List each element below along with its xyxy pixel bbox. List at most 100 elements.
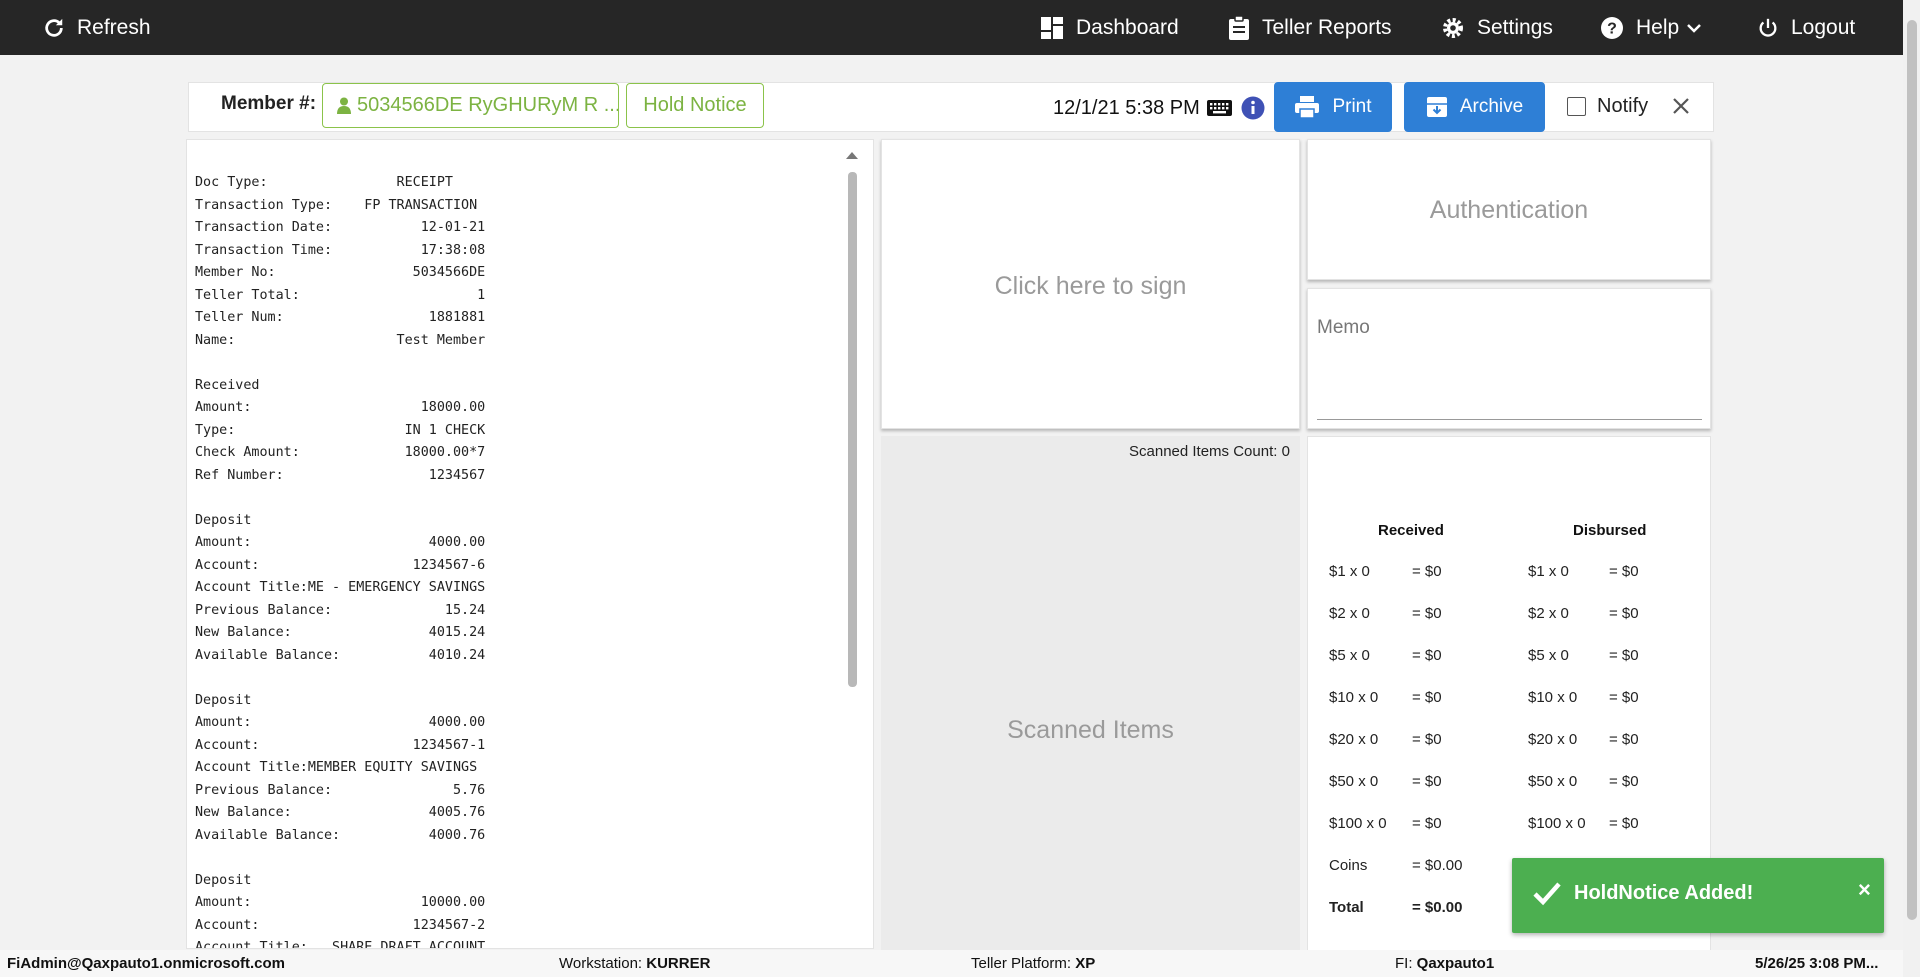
dashboard-button[interactable]: Dashboard xyxy=(1040,0,1179,55)
fi-value: Qaxpauto1 xyxy=(1416,955,1495,972)
help-menu[interactable]: ? Help xyxy=(1600,0,1702,55)
printer-icon xyxy=(1295,96,1320,119)
authentication-panel[interactable]: Authentication xyxy=(1307,139,1711,280)
member-number-label: Member #: xyxy=(221,93,317,114)
received-row-value: = $0 xyxy=(1412,647,1442,664)
memo-panel: Memo xyxy=(1307,288,1711,429)
received-header: Received xyxy=(1378,522,1444,539)
notify-label: Notify xyxy=(1597,95,1649,117)
print-label: Print xyxy=(1332,96,1372,117)
disbursed-row-label: $100 x 0 xyxy=(1528,815,1586,832)
fi-label: FI: xyxy=(1395,955,1413,972)
disbursed-row-label: $50 x 0 xyxy=(1528,773,1578,790)
disbursed-row-label: $5 x 0 xyxy=(1528,647,1569,664)
received-row-value: = $0 xyxy=(1412,605,1442,622)
logout-label: Logout xyxy=(1791,15,1856,39)
received-row-label: $2 x 0 xyxy=(1329,605,1370,622)
received-row-value: = $0 xyxy=(1412,689,1442,706)
scroll-up-arrow-icon[interactable] xyxy=(846,152,858,159)
top-navigation-bar: Refresh Dashboard Teller Reports Setting… xyxy=(0,0,1920,55)
workstation-label: Workstation: xyxy=(559,955,643,972)
received-row-label: $50 x 0 xyxy=(1329,773,1379,790)
info-icon[interactable] xyxy=(1241,96,1265,120)
refresh-label: Refresh xyxy=(77,15,151,39)
received-row-value: = $0 xyxy=(1412,563,1442,580)
status-fi: FI: Qaxpauto1 xyxy=(1395,955,1494,972)
received-row-label: $10 x 0 xyxy=(1329,689,1379,706)
toast-message: HoldNotice Added! xyxy=(1574,882,1754,904)
page-scrollbar[interactable] xyxy=(1903,0,1920,977)
member-value: 5034566DE RyGHURyM R ... xyxy=(357,94,619,116)
transaction-datetime: 12/1/21 5:38 PM xyxy=(1053,97,1200,119)
svg-text:?: ? xyxy=(1607,20,1617,37)
coins-value: = $0.00 xyxy=(1412,857,1463,874)
disbursed-row-label: $2 x 0 xyxy=(1528,605,1569,622)
authentication-label: Authentication xyxy=(1429,196,1589,224)
dashboard-label: Dashboard xyxy=(1076,15,1179,39)
received-row-label: $100 x 0 xyxy=(1329,815,1387,832)
receipt-scrollbar-thumb[interactable] xyxy=(848,172,857,687)
archive-label: Archive xyxy=(1459,96,1524,117)
status-user: FiAdmin@Qaxpauto1.onmicrosoft.com xyxy=(7,955,285,972)
question-circle-icon: ? xyxy=(1601,16,1623,39)
scanned-items-area[interactable]: Scanned Items xyxy=(881,436,1300,956)
user-icon xyxy=(337,97,351,114)
platform-label: Teller Platform: xyxy=(971,955,1072,972)
disbursed-row-label: $10 x 0 xyxy=(1528,689,1578,706)
hold-notice-button[interactable]: Hold Notice xyxy=(626,83,764,128)
disbursed-row-value: = $0 xyxy=(1609,605,1639,622)
print-button[interactable]: Print xyxy=(1274,82,1392,132)
disbursed-row-value: = $0 xyxy=(1609,689,1639,706)
refresh-button[interactable]: Refresh xyxy=(43,0,151,55)
memo-label: Memo xyxy=(1317,317,1370,338)
toast-close-button[interactable]: × xyxy=(1858,877,1871,903)
logout-button[interactable]: Logout xyxy=(1757,0,1855,55)
chevron-down-icon xyxy=(1687,23,1702,33)
disbursed-row-value: = $0 xyxy=(1609,563,1639,580)
received-row-value: = $0 xyxy=(1412,731,1442,748)
total-label: Total xyxy=(1329,899,1364,916)
status-platform: Teller Platform: XP xyxy=(971,955,1095,972)
hold-notice-toast: HoldNotice Added! × xyxy=(1512,858,1884,933)
received-row-label: $1 x 0 xyxy=(1329,563,1370,580)
gear-icon xyxy=(1443,17,1463,38)
status-bar: FiAdmin@Qaxpauto1.onmicrosoft.com Workst… xyxy=(0,950,1903,977)
scanned-items-count: Scanned Items Count: 0 xyxy=(1129,443,1290,460)
disbursed-row-value: = $0 xyxy=(1609,647,1639,664)
member-toolbar: Member #: 5034566DE RyGHURyM R ... Hold … xyxy=(188,82,1714,132)
receipt-scrollbar[interactable] xyxy=(845,152,859,952)
disbursed-row-label: $20 x 0 xyxy=(1528,731,1578,748)
received-row-value: = $0 xyxy=(1412,815,1442,832)
received-row-label: $20 x 0 xyxy=(1329,731,1379,748)
keyboard-icon[interactable] xyxy=(1207,100,1232,116)
disbursed-row-value: = $0 xyxy=(1609,731,1639,748)
power-icon xyxy=(1759,18,1777,37)
receipt-text: Doc Type: RECEIPT Transaction Type: FP T… xyxy=(195,175,486,949)
coins-label: Coins xyxy=(1329,857,1368,874)
notify-toggle[interactable]: Notify xyxy=(1567,95,1648,118)
teller-reports-button[interactable]: Teller Reports xyxy=(1228,0,1392,55)
disbursed-row-value: = $0 xyxy=(1609,815,1639,832)
archive-button[interactable]: Archive xyxy=(1404,82,1545,132)
close-icon[interactable] xyxy=(1671,96,1691,116)
clipboard-icon xyxy=(1229,15,1249,40)
total-value: = $0.00 xyxy=(1412,899,1463,916)
workstation-value: KURRER xyxy=(646,955,711,972)
memo-input[interactable] xyxy=(1317,419,1702,420)
scanned-items-label: Scanned Items xyxy=(1007,716,1174,744)
page-scrollbar-thumb[interactable] xyxy=(1907,20,1917,920)
disbursed-row-value: = $0 xyxy=(1609,773,1639,790)
refresh-icon xyxy=(45,18,63,37)
status-workstation: Workstation: KURRER xyxy=(559,955,710,972)
signature-prompt: Click here to sign xyxy=(994,272,1187,300)
disbursed-row-label: $1 x 0 xyxy=(1528,563,1569,580)
member-select-button[interactable]: 5034566DE RyGHURyM R ... xyxy=(322,83,619,128)
status-datetime: 5/26/25 3:08 PM... xyxy=(1755,955,1879,972)
receipt-panel: Doc Type: RECEIPT Transaction Type: FP T… xyxy=(186,139,874,949)
checkmark-icon xyxy=(1533,882,1561,906)
teller-reports-label: Teller Reports xyxy=(1262,15,1392,39)
dashboard-icon xyxy=(1041,16,1063,39)
signature-pad[interactable]: Click here to sign xyxy=(881,139,1300,429)
settings-button[interactable]: Settings xyxy=(1441,0,1553,55)
notify-checkbox[interactable] xyxy=(1567,97,1586,116)
